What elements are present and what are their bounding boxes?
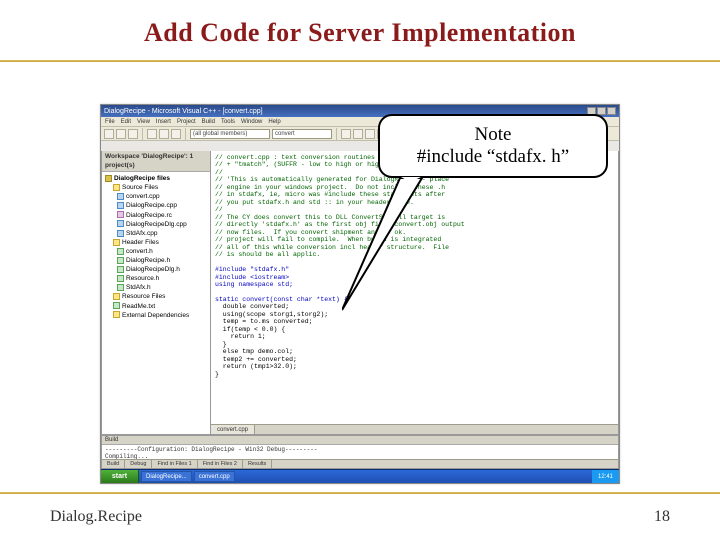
- tree-folder[interactable]: Resource Files: [105, 292, 207, 301]
- context-combo[interactable]: (all global members): [190, 129, 270, 139]
- output-tab[interactable]: Build: [102, 460, 125, 468]
- tree-file[interactable]: DialogRecipeDlg.cpp: [105, 220, 207, 229]
- tree-folder[interactable]: Source Files: [105, 183, 207, 192]
- tree-file[interactable]: StdAfx.cpp: [105, 229, 207, 238]
- h-icon: [117, 266, 124, 273]
- code-preproc: #include "stdafx.h" #include <iostream> …: [215, 266, 293, 288]
- tool-button[interactable]: [147, 129, 157, 139]
- cpp-icon: [117, 202, 124, 209]
- output-tabs: Build Debug Find in Files 1 Find in File…: [102, 459, 618, 468]
- tool-button[interactable]: [116, 129, 126, 139]
- tree-file[interactable]: DialogRecipeDlg.h: [105, 265, 207, 274]
- callout-line2: #include “stdafx. h”: [417, 146, 569, 168]
- folder-icon: [113, 311, 120, 318]
- folder-icon: [113, 293, 120, 300]
- folder-icon: [113, 239, 120, 246]
- tree-file[interactable]: DialogRecipe.cpp: [105, 201, 207, 210]
- menu-item[interactable]: View: [137, 119, 150, 125]
- h-icon: [117, 284, 124, 291]
- tree-file[interactable]: DialogRecipe.rc: [105, 211, 207, 220]
- folder-icon: [113, 184, 120, 191]
- tree-project[interactable]: DialogRecipe files: [105, 174, 207, 183]
- window-title: DialogRecipe - Microsoft Visual C++ - [c…: [104, 108, 263, 115]
- menu-item[interactable]: File: [105, 119, 115, 125]
- output-tab[interactable]: Debug: [125, 460, 152, 468]
- txt-icon: [113, 302, 120, 309]
- code-fn-decl: static convert(const char *text) {: [215, 296, 348, 303]
- menu-item[interactable]: Window: [241, 119, 262, 125]
- divider-top: [0, 60, 720, 62]
- menu-item[interactable]: Edit: [121, 119, 131, 125]
- menu-item[interactable]: Help: [268, 119, 280, 125]
- cpp-icon: [117, 193, 124, 200]
- start-button[interactable]: start: [101, 470, 139, 483]
- output-header: Build: [102, 436, 618, 445]
- menu-item[interactable]: Build: [202, 119, 215, 125]
- cpp-icon: [117, 230, 124, 237]
- callout-bubble: Note #include “stdafx. h”: [378, 114, 608, 178]
- workspace-tree[interactable]: Workspace 'DialogRecipe': 1 project(s) D…: [101, 151, 211, 435]
- h-icon: [117, 257, 124, 264]
- page-number: 18: [654, 508, 670, 526]
- tool-button[interactable]: [353, 129, 363, 139]
- tool-button[interactable]: [171, 129, 181, 139]
- editor-tabstrip: convert.cpp: [211, 424, 618, 434]
- tree-folder[interactable]: Header Files: [105, 238, 207, 247]
- tree-file[interactable]: convert.h: [105, 247, 207, 256]
- cpp-icon: [117, 220, 124, 227]
- footer-left: Dialog.Recipe: [50, 508, 142, 526]
- tree-file[interactable]: ReadMe.txt: [105, 302, 207, 311]
- project-icon: [105, 175, 112, 182]
- system-tray[interactable]: 12:41: [592, 470, 619, 483]
- tool-button[interactable]: [365, 129, 375, 139]
- taskbar: start DialogRecipe... convert.cpp 12:41: [101, 469, 619, 483]
- callout-line1: Note: [475, 124, 512, 146]
- taskbar-item[interactable]: convert.cpp: [194, 471, 235, 482]
- separator: [336, 128, 337, 140]
- symbol-combo[interactable]: convert: [272, 129, 332, 139]
- h-icon: [117, 248, 124, 255]
- menu-item[interactable]: Tools: [221, 119, 235, 125]
- output-pane: Build ---------Configuration: DialogReci…: [101, 435, 619, 469]
- code-body: double converted; using(scope storg1,sto…: [215, 303, 328, 377]
- tree-file[interactable]: StdAfx.h: [105, 283, 207, 292]
- h-icon: [117, 275, 124, 282]
- tool-button[interactable]: [128, 129, 138, 139]
- menu-item[interactable]: Project: [177, 119, 196, 125]
- output-tab[interactable]: Results: [243, 460, 272, 468]
- tool-button[interactable]: [104, 129, 114, 139]
- tree-header: Workspace 'DialogRecipe': 1 project(s): [102, 151, 210, 172]
- editor-tab[interactable]: convert.cpp: [211, 425, 255, 434]
- output-tab[interactable]: Find in Files 2: [198, 460, 243, 468]
- close-icon[interactable]: [607, 107, 616, 115]
- tool-button[interactable]: [159, 129, 169, 139]
- menu-item[interactable]: Insert: [156, 119, 171, 125]
- tree-folder[interactable]: External Dependencies: [105, 311, 207, 320]
- rc-icon: [117, 211, 124, 218]
- tree-file[interactable]: Resource.h: [105, 274, 207, 283]
- output-tab[interactable]: Find in Files 1: [152, 460, 197, 468]
- separator: [185, 128, 186, 140]
- separator: [142, 128, 143, 140]
- tree-file[interactable]: DialogRecipe.h: [105, 256, 207, 265]
- divider-bottom: [0, 492, 720, 494]
- tree-file[interactable]: convert.cpp: [105, 192, 207, 201]
- tool-button[interactable]: [341, 129, 351, 139]
- taskbar-item[interactable]: DialogRecipe...: [141, 471, 192, 482]
- slide-title: Add Code for Server Implementation: [0, 0, 720, 48]
